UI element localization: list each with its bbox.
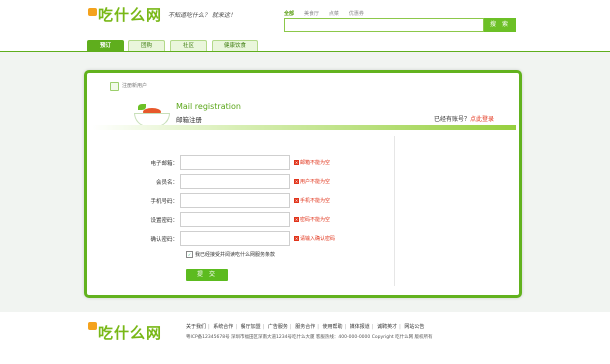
error-x-icon: × (294, 236, 299, 241)
phone-error: × 手机不能为空 (294, 197, 330, 204)
footer-link-franchise[interactable]: 餐厅加盟 (241, 324, 261, 330)
phone-label: 手机号码： (150, 199, 178, 205)
breadcrumb-icon (110, 82, 119, 91)
registration-title-en: Mail registration (176, 102, 241, 111)
search-tab-all[interactable]: 全部 (284, 11, 294, 17)
footer-link-cooperation[interactable]: 系统合作 (213, 324, 233, 330)
phone-field[interactable] (180, 193, 290, 208)
search-tabs: 全部 美食厅 点菜 优惠券 (284, 10, 372, 17)
confirm-password-error: × 请输入确认密码 (294, 235, 335, 242)
login-link[interactable]: 点此登录 (470, 116, 494, 123)
password-label: 设置密码： (150, 218, 178, 224)
error-x-icon: × (294, 217, 299, 222)
username-label: 会员名： (155, 180, 178, 186)
nav-tab-community[interactable]: 社区 (170, 40, 207, 51)
submit-button[interactable]: 提 交 (186, 269, 228, 281)
nav-tab-reservation[interactable]: 预订 (87, 40, 124, 51)
nav-tab-healthy-diet[interactable]: 健康饮食 (212, 40, 258, 51)
error-x-icon: × (294, 160, 299, 165)
error-x-icon: × (294, 198, 299, 203)
search-input[interactable] (284, 18, 484, 32)
footer-link-ads[interactable]: 广告服务 (268, 324, 288, 330)
logo-icon (88, 8, 97, 16)
site-slogan: 不知道吃什么？ 就来这！ (168, 12, 236, 19)
footer-address: 粤ICP备12345678号 深圳市福田区深南大道1234号吃什么大厦 客服热线… (186, 335, 433, 340)
registration-title-cn: 邮箱注册 (176, 116, 202, 124)
footer-link-announcements[interactable]: 网站公告 (404, 324, 424, 330)
username-field[interactable] (180, 174, 290, 189)
agree-checkbox[interactable]: ✓ (186, 251, 193, 258)
login-prompt: 已经有账号？点此登录 (434, 114, 494, 123)
nav-tab-group-buy[interactable]: 团购 (128, 40, 165, 51)
email-error: × 邮箱不能为空 (294, 159, 330, 166)
error-x-icon: × (294, 179, 299, 184)
footer-logo-icon (88, 322, 97, 330)
search-tab-coupons[interactable]: 优惠券 (349, 11, 364, 17)
search-tab-dishes[interactable]: 点菜 (329, 11, 339, 17)
footer-logo[interactable]: 吃什么网 (98, 322, 162, 343)
breadcrumb: 注册新用户 (122, 83, 148, 89)
footer-link-service[interactable]: 服务合作 (295, 324, 315, 330)
footer-link-help[interactable]: 使用帮助 (322, 324, 342, 330)
footer-links: 关于我们 | 系统合作 | 餐厅加盟 | 广告服务 | 服务合作 | 使用帮助 | 媒体报道… (186, 324, 425, 330)
password-field[interactable] (180, 212, 290, 227)
confirm-password-field[interactable] (180, 231, 290, 246)
search-button[interactable]: 搜 索 (484, 18, 516, 32)
password-error: × 密码不能为空 (294, 216, 330, 223)
agree-text: 我已经接受并阅读吃什么网服务条款 (195, 252, 276, 258)
username-error: × 用户不能为空 (294, 178, 330, 185)
username-error-text: 用户不能为空 (300, 179, 331, 185)
already-text: 已经有账号？ (434, 116, 471, 123)
confirm-password-label: 确认密码： (150, 237, 178, 243)
site-logo[interactable]: 吃什么网 (98, 4, 162, 25)
confirm-password-error-text: 请输入确认密码 (300, 236, 336, 242)
footer-link-jobs[interactable]: 诚聘英才 (377, 324, 397, 330)
email-error-text: 邮箱不能为空 (300, 160, 331, 166)
email-field[interactable] (180, 155, 290, 170)
search-tab-restaurant[interactable]: 美食厅 (304, 11, 319, 17)
footer-link-media[interactable]: 媒体报道 (350, 324, 370, 330)
footer-link-about[interactable]: 关于我们 (186, 324, 206, 330)
header-stripe (92, 125, 516, 130)
vertical-divider (394, 136, 395, 286)
phone-error-text: 手机不能为空 (300, 198, 331, 204)
password-error-text: 密码不能为空 (300, 217, 331, 223)
email-label: 电子邮箱： (150, 161, 178, 167)
